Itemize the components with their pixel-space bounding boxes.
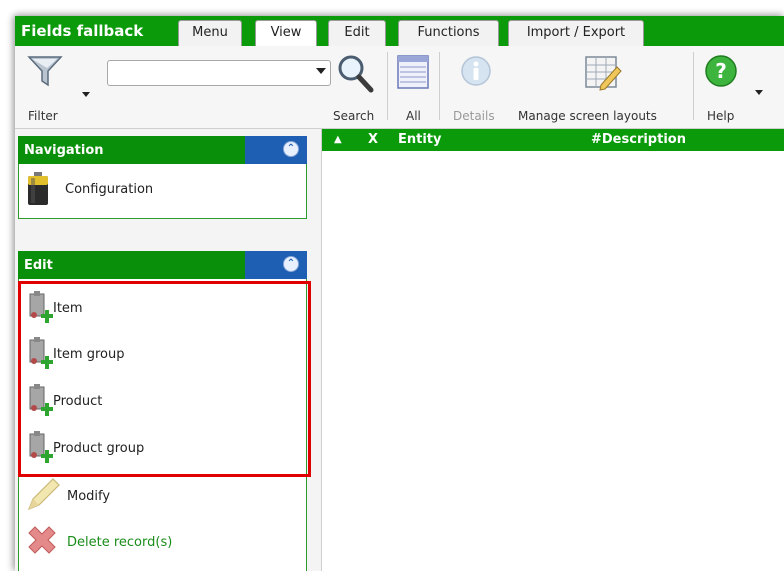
nav-item-label: Configuration	[65, 182, 154, 197]
search-combo[interactable]	[107, 60, 331, 86]
sort-ascending-icon[interactable]: ▲	[334, 134, 342, 145]
tab-view[interactable]: View	[255, 20, 317, 47]
navigation-header[interactable]: Navigation ⌃	[18, 136, 307, 164]
edit-header[interactable]: Edit ⌃	[18, 251, 307, 279]
filter-icon[interactable]	[27, 54, 63, 92]
toolbar-separator	[439, 52, 440, 120]
navigation-body: Configuration	[18, 164, 307, 219]
delete-icon	[25, 525, 59, 563]
layout-edit-icon[interactable]	[583, 53, 623, 95]
search-icon[interactable]	[335, 52, 375, 98]
left-panel: Navigation ⌃ Configuration Edit ⌃ Item I…	[15, 129, 322, 571]
toolbar-separator	[693, 52, 694, 120]
column-header-description[interactable]: #Description	[591, 132, 686, 147]
pencil-icon	[25, 477, 61, 517]
svg-text:?: ?	[715, 59, 727, 83]
help-label[interactable]: Help	[707, 109, 734, 123]
toolbar-separator	[387, 52, 388, 120]
highlight-box	[18, 281, 311, 477]
tab-menu-label: Menu	[192, 25, 228, 40]
edit-header-tail: ⌃	[245, 251, 307, 279]
tab-edit-label: Edit	[344, 25, 370, 40]
column-header-entity[interactable]: Entity	[398, 132, 442, 147]
collapse-icon[interactable]: ⌃	[283, 256, 299, 272]
navigation-title: Navigation	[24, 143, 104, 158]
tab-functions-label: Functions	[417, 25, 480, 40]
grid-header: ▲ X Entity #Description	[322, 129, 784, 151]
filter-label: Filter	[28, 109, 58, 123]
navigation-header-tail: ⌃	[245, 136, 307, 164]
info-icon	[460, 55, 492, 91]
edit-item-label: Modify	[67, 489, 111, 504]
battery-icon	[27, 172, 49, 210]
details-label: Details	[453, 109, 495, 123]
app-title: Fields fallback	[21, 22, 144, 40]
toolbar: Filter Search All Details Manage screen …	[15, 46, 784, 129]
edit-title: Edit	[24, 258, 53, 273]
help-dropdown-icon[interactable]	[755, 90, 763, 95]
filter-dropdown-icon[interactable]	[82, 92, 90, 97]
tab-view-label: View	[270, 25, 302, 40]
collapse-icon[interactable]: ⌃	[283, 141, 299, 157]
results-grid: ▲ X Entity #Description	[322, 129, 784, 571]
title-bar: Fields fallback Menu View Edit Functions…	[15, 16, 784, 47]
manage-layouts-label[interactable]: Manage screen layouts	[518, 109, 657, 123]
tab-menu[interactable]: Menu	[178, 20, 242, 46]
tab-import-export[interactable]: Import / Export	[508, 20, 644, 46]
app-window: Fields fallback Menu View Edit Functions…	[15, 16, 784, 571]
edit-item-label: Delete record(s)	[67, 535, 173, 550]
help-icon[interactable]: ?	[704, 54, 738, 92]
chevron-down-icon[interactable]	[316, 68, 326, 74]
search-label[interactable]: Search	[333, 109, 374, 123]
tab-import-export-label: Import / Export	[526, 25, 626, 40]
column-header-x[interactable]: X	[368, 132, 378, 147]
tab-edit[interactable]: Edit	[328, 20, 386, 46]
all-label[interactable]: All	[406, 109, 421, 123]
tab-functions[interactable]: Functions	[398, 20, 499, 46]
all-records-icon[interactable]	[396, 54, 430, 94]
